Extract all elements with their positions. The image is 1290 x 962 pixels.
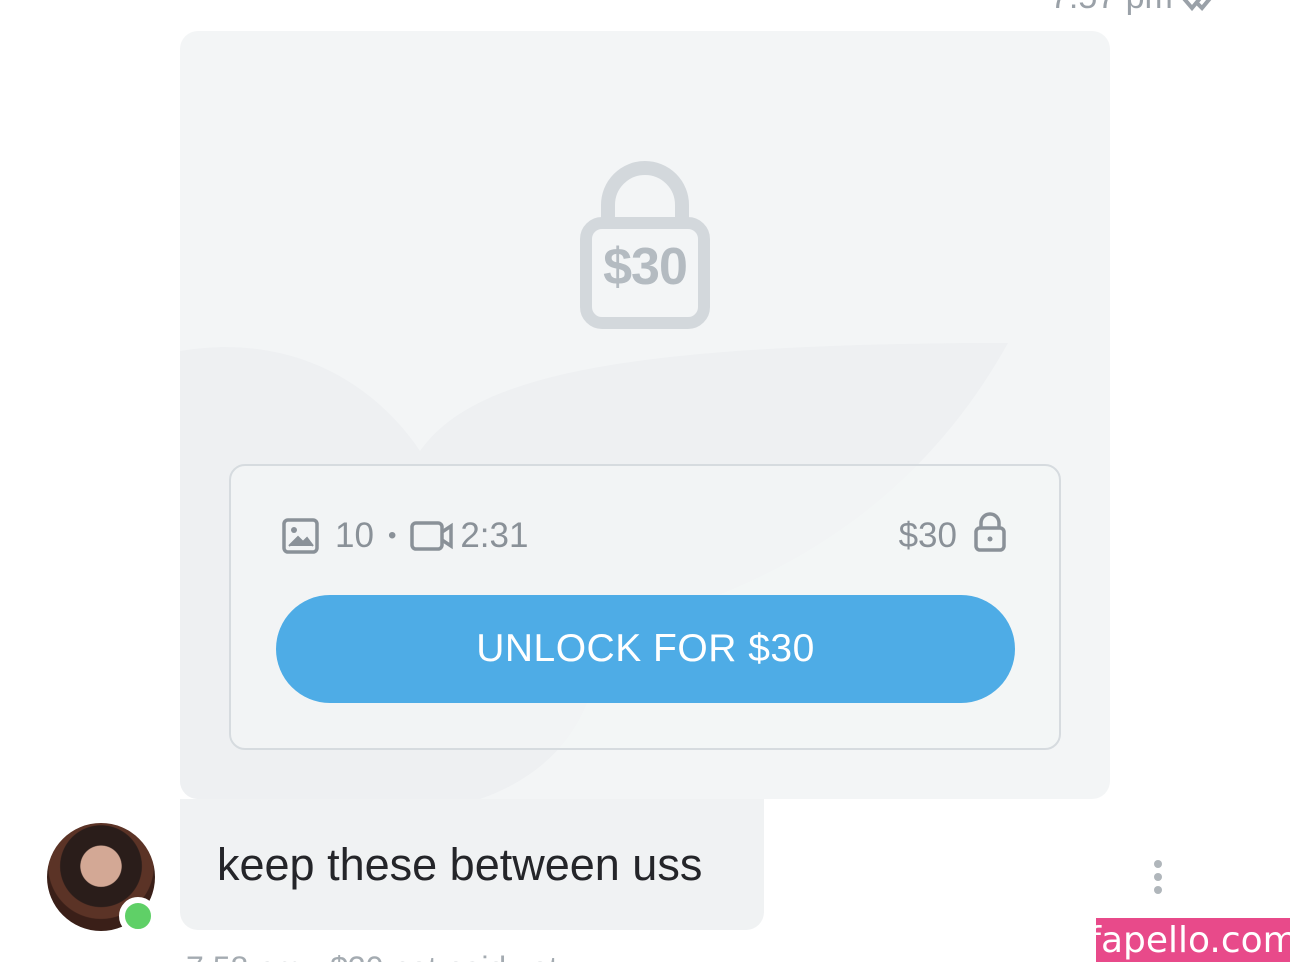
- post-price: $30: [898, 516, 957, 555]
- image-icon: [281, 517, 321, 555]
- video-icon: [410, 519, 454, 553]
- price-row: $30: [898, 511, 1007, 558]
- message-bubble: keep these between uss: [180, 799, 764, 930]
- double-check-icon: [1182, 0, 1212, 12]
- locked-media-card[interactable]: $30 10 • 2:31 $30 UNLOCK FOR $30: [180, 31, 1110, 799]
- photo-count: 10: [335, 516, 374, 555]
- site-watermark: fapello.com: [1088, 918, 1290, 962]
- video-duration: 2:31: [460, 516, 529, 555]
- message-time-top: 7:57 pm: [1050, 0, 1173, 17]
- padlock-icon: [973, 511, 1007, 562]
- meta-separator: •: [387, 522, 397, 549]
- message-meta-bottom: 7:58 pm · $30 not paid yet: [186, 950, 558, 962]
- locked-info-box: 10 • 2:31 $30 UNLOCK FOR $30: [229, 464, 1061, 750]
- more-vertical-icon[interactable]: [1146, 858, 1170, 898]
- lock-price-label: $30: [603, 238, 688, 296]
- message-text: keep these between uss: [217, 839, 703, 890]
- unlock-button[interactable]: UNLOCK FOR $30: [276, 595, 1015, 703]
- media-meta: 10 • 2:31: [281, 514, 528, 558]
- online-status-indicator: [119, 897, 157, 935]
